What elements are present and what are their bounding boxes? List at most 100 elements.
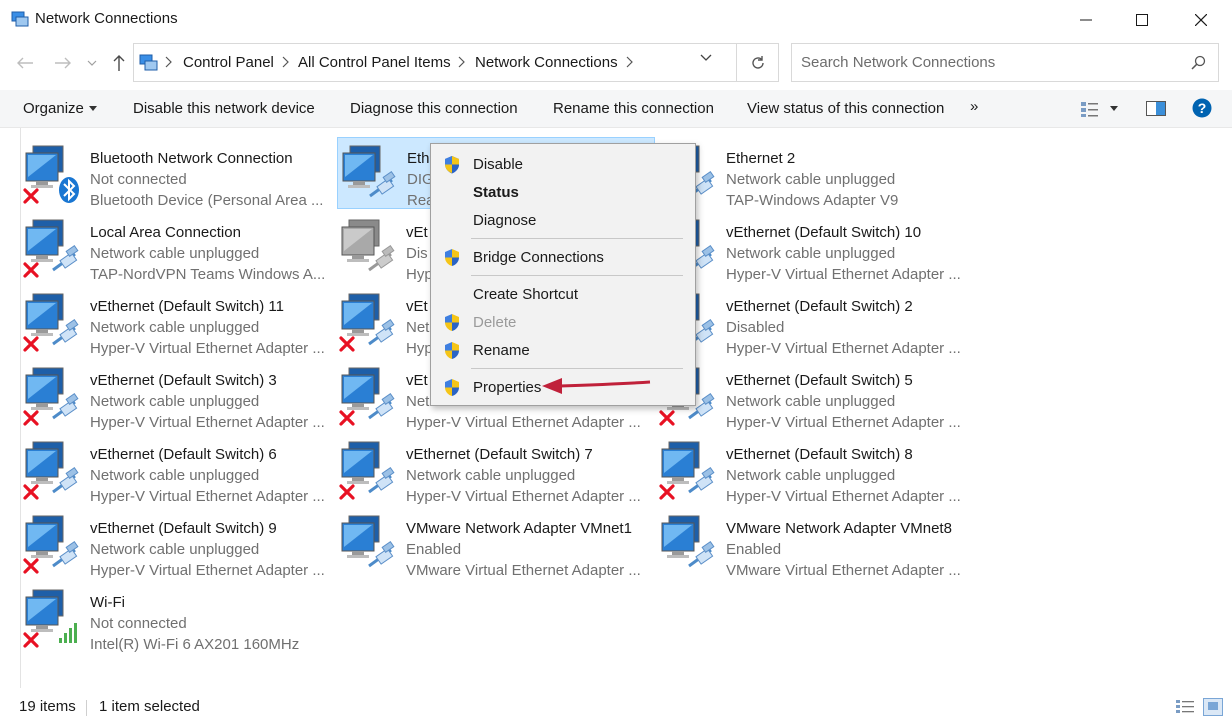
menu-item-status[interactable]: Status — [431, 178, 695, 206]
address-bar[interactable]: Control Panel All Control Panel Items Ne… — [133, 43, 737, 82]
connection-item[interactable]: vEthernet (Default Switch) 8 Network cabl… — [657, 434, 975, 506]
connection-name: vEthernet (Default Switch) 11 — [90, 298, 284, 315]
connection-name: Ethernet 2 — [726, 150, 796, 167]
connection-item[interactable]: VMware Network Adapter VMnet8 Enabled VMwa… — [657, 508, 975, 580]
uac-shield-icon — [445, 379, 459, 396]
connection-status: Network cable unplugged — [726, 467, 896, 484]
menu-item-diagnose[interactable]: Diagnose — [431, 206, 695, 234]
breadcrumb-control-panel[interactable]: Control Panel — [183, 54, 274, 71]
connection-item[interactable]: Wi-Fi Not connected Intel(R) Wi-Fi 6 AX201… — [21, 582, 339, 654]
menu-label: Bridge Connections — [473, 249, 604, 266]
annotation-arrow-icon — [542, 378, 651, 394]
connection-item[interactable]: Ethernet 2 Network cable unplugged TAP-Win… — [657, 138, 975, 210]
bluetooth-network-icon — [23, 144, 81, 204]
large-icons-view-icon[interactable] — [1203, 698, 1223, 716]
connection-status: Network cable unplugged — [406, 467, 576, 484]
recent-locations-button[interactable] — [82, 50, 102, 76]
maximize-button[interactable] — [1113, 0, 1171, 40]
connection-item[interactable]: vEthernet (Default Switch) 5 Network cabl… — [657, 360, 975, 432]
connection-item[interactable]: Local Area Connection Network cable unplu… — [21, 212, 339, 284]
organize-label: Organize — [23, 100, 84, 117]
menu-item-bridge-connections[interactable]: Bridge Connections — [431, 243, 695, 271]
up-arrow-icon — [113, 55, 125, 71]
uac-shield-icon — [445, 249, 459, 266]
connection-name: vEt — [406, 372, 428, 389]
connection-name: vEt — [406, 298, 428, 315]
connection-status: Network cable unplugged — [726, 171, 896, 188]
breadcrumb-separator-icon — [626, 56, 633, 68]
search-input[interactable] — [792, 44, 1182, 81]
help-icon[interactable]: ? — [1192, 98, 1212, 118]
connection-item[interactable]: vEthernet (Default Switch) 7 Network cabl… — [337, 434, 655, 506]
connection-device: Hyper-V Virtual Ethernet Adapter ... — [726, 414, 961, 431]
connection-device: Bluetooth Device (Personal Area ... — [90, 192, 324, 209]
connection-status: Network cable unplugged — [90, 541, 260, 558]
close-button[interactable] — [1172, 0, 1230, 40]
more-commands-button[interactable]: » — [970, 98, 978, 115]
menu-label: Disable — [473, 156, 524, 173]
connection-item[interactable]: Bluetooth Network Connection Not connecte… — [21, 138, 339, 210]
menu-item-disable[interactable]: Disable — [431, 150, 695, 178]
connection-device: Hyper-V Virtual Ethernet Adapter ... — [90, 340, 325, 357]
details-view-icon[interactable] — [1175, 698, 1195, 716]
connection-item[interactable]: vEthernet (Default Switch) 10 Network cab… — [657, 212, 975, 284]
ethernet-network-icon — [23, 366, 81, 426]
connection-device: Hyper-V Virtual Ethernet Adapter ... — [726, 488, 961, 505]
connection-item[interactable]: vEthernet (Default Switch) 3 Network cabl… — [21, 360, 339, 432]
connection-item[interactable]: vEthernet (Default Switch) 6 Network cabl… — [21, 434, 339, 506]
minimize-icon — [1080, 19, 1092, 21]
connection-item[interactable]: vEthernet (Default Switch) 11 Network cab… — [21, 286, 339, 358]
selection-count: 1 item selected — [99, 698, 200, 715]
connection-device: Hyper-V Virtual Ethernet Adapter ... — [90, 414, 325, 431]
menu-item-create-shortcut[interactable]: Create Shortcut — [431, 280, 695, 308]
menu-item-rename[interactable]: Rename — [431, 336, 695, 364]
breadcrumb-all-items[interactable]: All Control Panel Items — [298, 54, 451, 71]
search-box[interactable] — [791, 43, 1219, 82]
up-button[interactable] — [106, 50, 132, 76]
command-bar: Organize Disable this network device Dia… — [0, 90, 1232, 128]
menu-separator — [471, 368, 683, 369]
connection-device: Hyper-V Virtual Ethernet Adapter ... — [406, 488, 641, 505]
preview-pane-icon[interactable] — [1146, 101, 1166, 116]
disable-device-button[interactable]: Disable this network device — [133, 100, 315, 117]
back-button[interactable] — [12, 50, 38, 76]
connection-device: Hyper-V Virtual Ethernet Adapter ... — [90, 562, 325, 579]
ethernet-network-icon — [340, 144, 398, 204]
menu-separator — [471, 275, 683, 276]
refresh-button[interactable] — [737, 43, 779, 82]
ethernet-network-icon — [339, 292, 397, 352]
connection-device: Intel(R) Wi-Fi 6 AX201 160MHz — [90, 636, 300, 653]
connection-name: vEthernet (Default Switch) 5 — [726, 372, 913, 389]
address-dropdown-icon[interactable] — [700, 54, 712, 62]
connection-status: Dis — [406, 245, 428, 262]
connection-device: Hyp — [406, 266, 433, 283]
view-status-button[interactable]: View status of this connection — [747, 100, 944, 117]
back-arrow-icon — [17, 57, 33, 69]
connection-device: TAP-NordVPN Teams Windows A... — [90, 266, 326, 283]
search-icon[interactable] — [1191, 55, 1206, 70]
connection-item[interactable]: vEthernet (Default Switch) 9 Network cabl… — [21, 508, 339, 580]
connection-name: vEthernet (Default Switch) 6 — [90, 446, 277, 463]
connection-name: vEthernet (Default Switch) 2 — [726, 298, 913, 315]
change-view-icon[interactable] — [1080, 100, 1100, 118]
connection-item[interactable]: vEthernet (Default Switch) 2 Disabled Hype… — [657, 286, 975, 358]
rename-connection-button[interactable]: Rename this connection — [553, 100, 714, 117]
minimize-button[interactable] — [1057, 0, 1115, 40]
connection-device: Hyper-V Virtual Ethernet Adapter ... — [90, 488, 325, 505]
breadcrumb-separator-icon — [165, 56, 172, 68]
connection-device: VMware Virtual Ethernet Adapter ... — [726, 562, 961, 579]
view-options-dropdown-icon[interactable] — [1110, 106, 1118, 111]
uac-shield-icon — [445, 156, 459, 174]
breadcrumb-separator-icon — [282, 56, 289, 68]
diagnose-connection-button[interactable]: Diagnose this connection — [350, 100, 518, 117]
connection-item[interactable]: VMware Network Adapter VMnet1 Enabled VMwa… — [337, 508, 655, 580]
dropdown-arrow-icon — [88, 106, 97, 111]
forward-button[interactable] — [50, 50, 76, 76]
connection-status: Net — [406, 319, 430, 336]
menu-item-delete: Delete — [431, 308, 695, 336]
breadcrumb-network-connections[interactable]: Network Connections — [475, 54, 618, 71]
uac-shield-icon — [445, 314, 459, 331]
organize-button[interactable]: Organize — [23, 100, 97, 117]
ethernet-network-icon — [339, 514, 397, 574]
connection-status: Network cable unplugged — [90, 393, 260, 410]
